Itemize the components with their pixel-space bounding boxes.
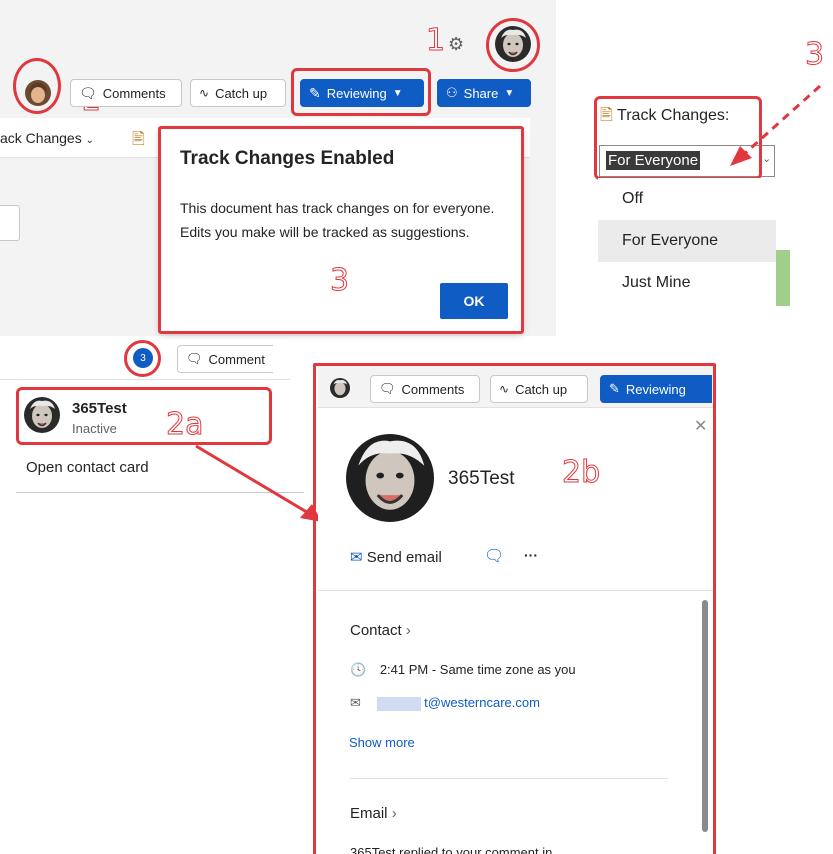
highlight-presence-badge: [124, 340, 161, 377]
highlight-dialog: [158, 126, 524, 334]
annotation-2a: 2a: [165, 407, 204, 442]
share-label: Share: [463, 85, 499, 101]
option-off[interactable]: Off: [598, 178, 776, 220]
share-button[interactable]: ⚇ Share ▼: [437, 79, 531, 107]
catchup-button[interactable]: ∿ Catch up: [190, 79, 286, 107]
annotation-3-menu: 3: [804, 37, 825, 72]
dashed-arrow: [730, 84, 822, 166]
open-contact-card-link[interactable]: Open contact card: [26, 459, 149, 476]
catchup-label: Catch up: [215, 85, 268, 101]
comment-icon: 🗨: [79, 84, 97, 101]
connector-arrow: [195, 444, 322, 522]
highlight-avatar-top-right: [486, 18, 540, 72]
comments-label: Comments: [102, 85, 166, 101]
share-icon: ⚇: [446, 85, 458, 100]
option-just-mine[interactable]: Just Mine: [598, 262, 776, 304]
track-changes-left-label: ack Changes: [0, 130, 82, 146]
highlight-avatar-collaborator: [13, 58, 61, 114]
dropdown-list: Off For Everyone Just Mine: [598, 178, 776, 306]
comments-button-mid[interactable]: 🗨 Comment: [177, 345, 273, 373]
track-changes-dropdown-left[interactable]: ack Changes ⌄: [0, 130, 94, 146]
annotation-1: 1: [425, 23, 446, 58]
green-doc-edge: [776, 250, 790, 306]
track-changes-icon: 🖹: [132, 131, 145, 148]
comments-label-mid: Comment: [208, 351, 265, 367]
comments-button[interactable]: 🗨 Comments: [70, 79, 182, 107]
highlight-contact-card: [313, 363, 716, 854]
chevron-down-icon-track: ⌄: [85, 135, 94, 146]
highlight-reviewing: [291, 68, 431, 116]
gear-icon[interactable]: ⚙: [448, 34, 464, 55]
doc-field-box[interactable]: [0, 205, 20, 241]
option-for-everyone[interactable]: For Everyone: [598, 220, 776, 262]
comment-icon-mid: 🗨: [186, 351, 203, 366]
annotation-3-dialog: 3: [329, 263, 350, 298]
highlight-presence-user: [16, 387, 272, 445]
pulse-icon: ∿: [199, 86, 210, 100]
chevron-down-icon-share: ▼: [504, 87, 515, 99]
